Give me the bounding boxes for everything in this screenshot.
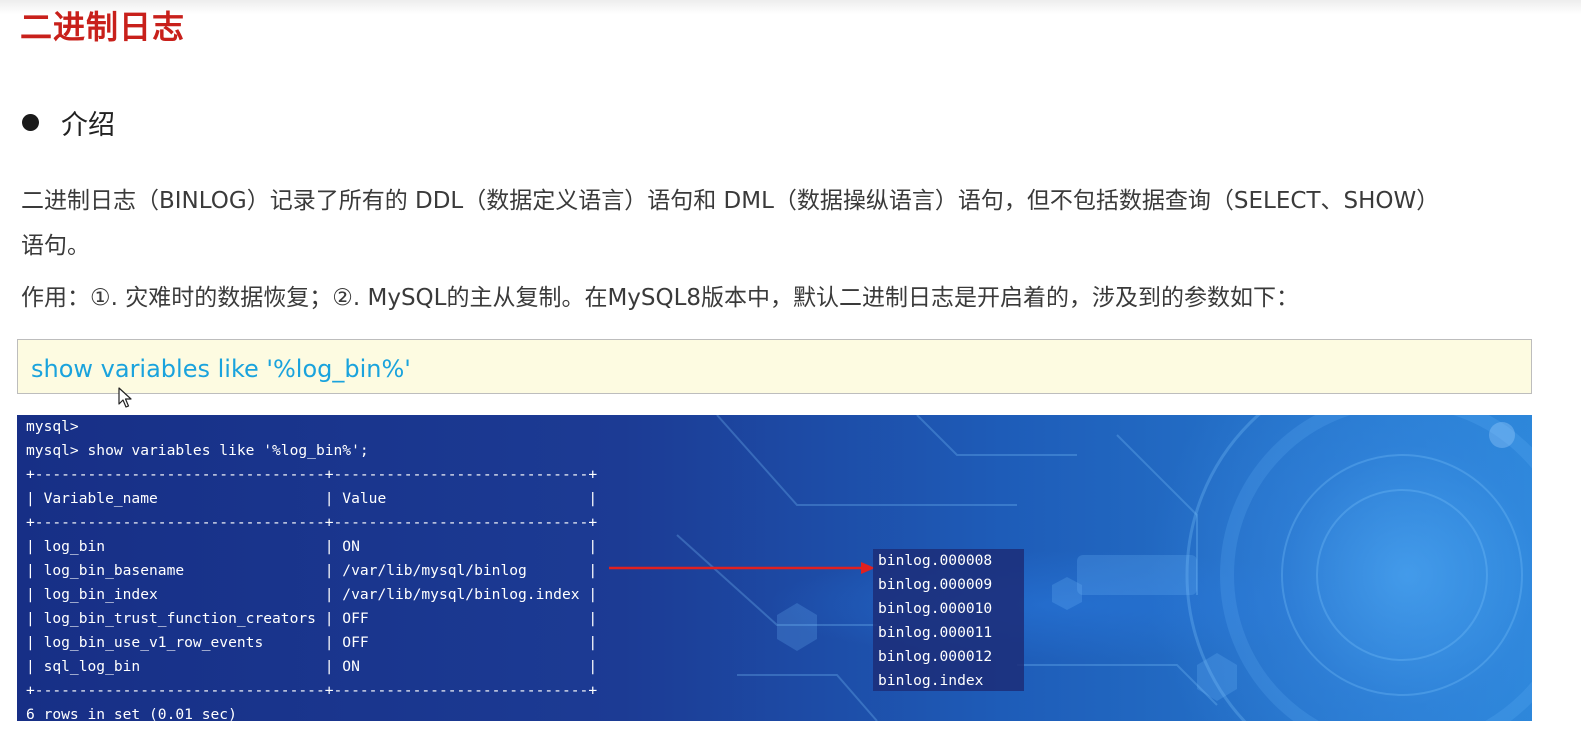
binlog-file: binlog.000009 (878, 576, 993, 593)
top-shadow-bar (0, 0, 1581, 14)
terminal-screenshot: mysql> mysql> show variables like '%log_… (17, 415, 1532, 721)
section-label: 介绍 (61, 109, 115, 141)
intro-paragraph-continued: 语句。 (21, 233, 90, 259)
arrow-right-icon (609, 562, 875, 574)
binlog-file: binlog.000011 (878, 624, 993, 641)
binlog-file: binlog.000012 (878, 648, 993, 665)
binlog-file: binlog.000010 (878, 600, 993, 617)
code-text: show variables like '%log_bin%' (31, 355, 411, 383)
binlog-file: binlog.index (878, 672, 984, 689)
purpose-paragraph: 作用：①. 灾难时的数据恢复；②. MySQL的主从复制。在MySQL8版本中，… (21, 285, 1300, 311)
intro-paragraph: 二进制日志（BINLOG）记录了所有的 DDL（数据定义语言）语句和 DML（数… (21, 188, 1440, 214)
page-title: 二进制日志 (20, 8, 186, 46)
binlog-file: binlog.000008 (878, 552, 993, 569)
bullet-icon (22, 113, 39, 131)
section-heading: 介绍 (22, 102, 115, 142)
code-block[interactable]: show variables like '%log_bin%' (17, 339, 1532, 394)
mouse-pointer-icon (118, 387, 132, 408)
binlog-file-list: binlog.000008 binlog.000009 binlog.00001… (873, 549, 1024, 691)
